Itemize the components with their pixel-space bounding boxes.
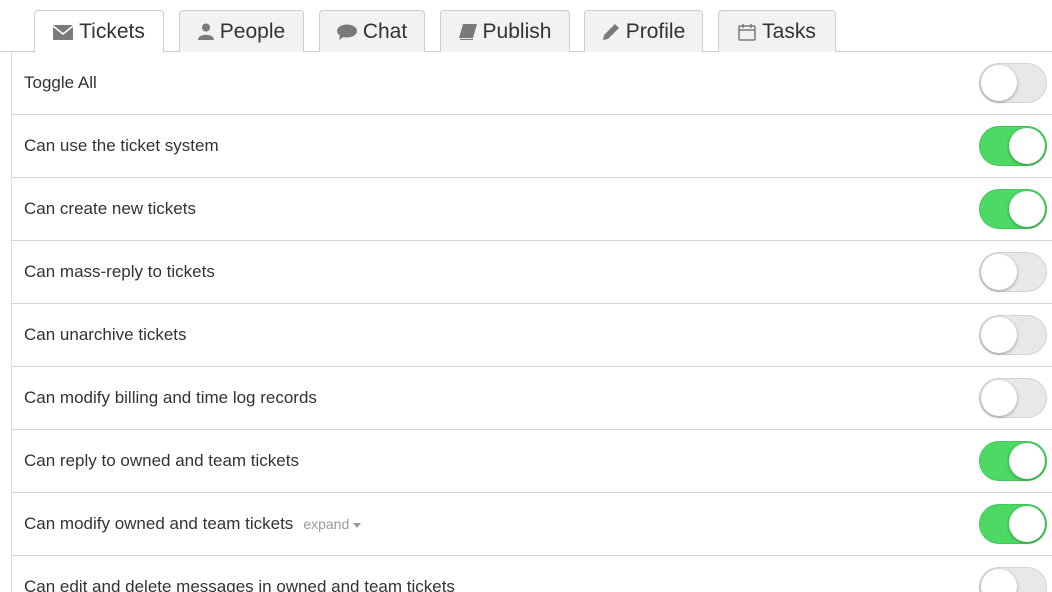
calendar-icon [738, 23, 756, 41]
permission-row: Can modify owned and team tickets expand [12, 493, 1052, 556]
tab-people[interactable]: People [179, 10, 304, 52]
toggle-knob [981, 65, 1017, 101]
toggle-knob [981, 317, 1017, 353]
permission-toggle[interactable] [979, 378, 1047, 418]
tab-label: People [219, 19, 286, 43]
book-icon [458, 23, 477, 40]
permission-row: Can unarchive tickets [12, 304, 1052, 367]
tab-tasks[interactable]: Tasks [718, 10, 836, 52]
permission-toggle[interactable] [979, 441, 1047, 481]
permission-row: Can reply to owned and team tickets [12, 430, 1052, 493]
pencil-icon [602, 23, 620, 41]
permission-label-group: Can modify owned and team tickets expand [24, 514, 362, 534]
tab-label: Chat [362, 19, 408, 43]
permission-toggle[interactable] [979, 504, 1047, 544]
caret-down-icon [353, 522, 362, 528]
permission-toggle[interactable] [979, 567, 1047, 592]
toggle-knob [1009, 128, 1045, 164]
tab-label: Publish [482, 19, 552, 43]
permission-toggle[interactable] [979, 252, 1047, 292]
permission-list: Toggle All Can use the ticket system Can… [11, 52, 1052, 592]
permission-label: Can modify owned and team tickets [24, 514, 294, 533]
tab-profile[interactable]: Profile [584, 10, 703, 52]
permission-label: Can reply to owned and team tickets [24, 451, 299, 470]
tab-bar: Tickets People Chat Publish Profile Task… [0, 0, 1052, 53]
permission-row: Can use the ticket system [12, 115, 1052, 178]
permission-label: Can use the ticket system [24, 136, 219, 155]
permission-toggle[interactable] [979, 315, 1047, 355]
tab-label: Tasks [762, 19, 816, 43]
permission-row-toggle-all: Toggle All [12, 52, 1052, 115]
expand-label: expand [303, 516, 350, 532]
tab-publish[interactable]: Publish [440, 10, 570, 52]
permission-row: Can modify billing and time log records [12, 367, 1052, 430]
permission-row: Can create new tickets [12, 178, 1052, 241]
permission-row: Can edit and delete messages in owned an… [12, 556, 1052, 592]
tab-label: Tickets [79, 20, 145, 43]
permission-label: Can create new tickets [24, 199, 196, 218]
toggle-knob [981, 569, 1017, 592]
toggle-knob [1009, 506, 1045, 542]
expand-link[interactable]: expand [303, 516, 362, 532]
permission-row: Can mass-reply to tickets [12, 241, 1052, 304]
permission-label: Can mass-reply to tickets [24, 262, 215, 281]
user-icon [197, 23, 214, 40]
permission-label: Can unarchive tickets [24, 325, 187, 344]
toggle-knob [981, 380, 1017, 416]
chat-bubble-icon [336, 24, 357, 40]
permission-toggle[interactable] [979, 189, 1047, 229]
tab-chat[interactable]: Chat [319, 10, 425, 52]
toggle-knob [1009, 191, 1045, 227]
tab-label: Profile [625, 19, 686, 43]
toggle-knob [1009, 443, 1045, 479]
permission-label: Can modify billing and time log records [24, 388, 317, 407]
toggle-knob [981, 254, 1017, 290]
toggle-all-switch[interactable] [979, 63, 1047, 103]
permission-toggle[interactable] [979, 126, 1047, 166]
permissions-page: Tickets People Chat Publish Profile Task… [0, 0, 1052, 592]
permission-label: Can edit and delete messages in owned an… [24, 577, 455, 592]
tab-tickets[interactable]: Tickets [34, 10, 164, 53]
permission-label: Toggle All [24, 73, 97, 92]
envelope-icon [53, 24, 74, 40]
